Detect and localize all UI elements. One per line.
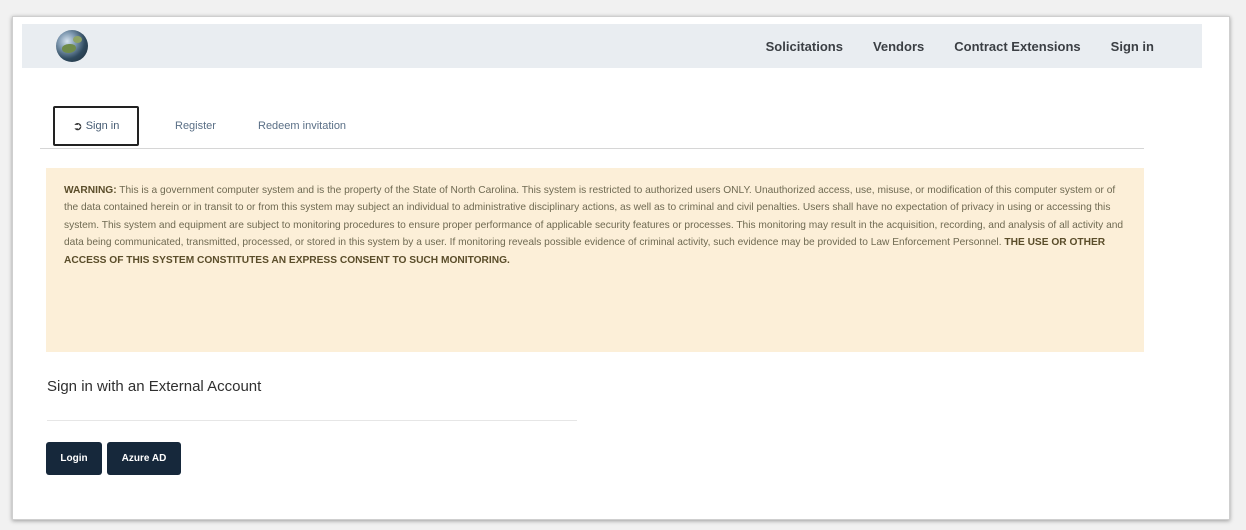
tab-redeem-invitation[interactable]: Redeem invitation	[258, 106, 346, 146]
section-divider	[47, 420, 577, 421]
nav-links: Solicitations Vendors Contract Extension…	[766, 24, 1154, 68]
external-login-buttons: Login Azure AD	[46, 442, 181, 475]
auth-tabs: ➲ Sign in Register Redeem invitation	[40, 106, 1144, 149]
nav-solicitations[interactable]: Solicitations	[766, 39, 843, 54]
top-navbar: Solicitations Vendors Contract Extension…	[22, 24, 1202, 68]
nav-vendors[interactable]: Vendors	[873, 39, 924, 54]
sign-in-icon: ➲	[72, 119, 83, 133]
warning-notice: WARNING: This is a government computer s…	[46, 168, 1144, 352]
tab-sign-in[interactable]: ➲ Sign in	[53, 106, 139, 146]
warning-label: WARNING:	[64, 185, 117, 196]
external-account-title: Sign in with an External Account	[47, 378, 262, 395]
tab-register[interactable]: Register	[175, 106, 216, 146]
nav-sign-in[interactable]: Sign in	[1111, 39, 1154, 54]
warning-body: This is a government computer system and…	[64, 185, 1124, 249]
azure-ad-button[interactable]: Azure AD	[107, 442, 181, 475]
nav-contract-extensions[interactable]: Contract Extensions	[954, 39, 1080, 54]
login-button[interactable]: Login	[46, 442, 102, 475]
globe-icon[interactable]	[56, 30, 88, 62]
tab-sign-in-label: Sign in	[85, 120, 120, 132]
